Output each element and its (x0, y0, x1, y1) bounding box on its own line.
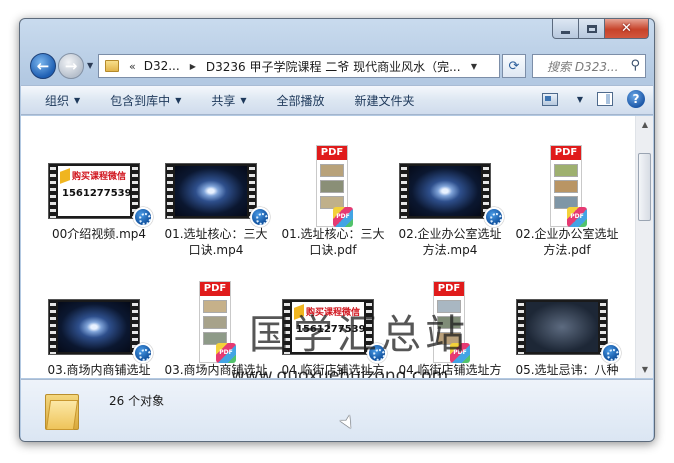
chevron-down-icon: ▼ (175, 95, 182, 105)
caption-buttons: ✕ (552, 19, 649, 39)
refresh-button[interactable]: ⟳ (502, 54, 526, 78)
video-thumbnail (48, 299, 140, 355)
minimize-button[interactable] (552, 19, 579, 39)
file-name: 01.选址核心：三大口诀.pdf (281, 227, 385, 257)
include-label: 包含到库中 (110, 93, 171, 108)
details-pane: 26 个对象 (21, 379, 653, 441)
galaxy-frame (409, 166, 481, 216)
organize-label: 组织 (45, 93, 70, 108)
change-view-icon[interactable] (541, 92, 558, 106)
chevron-down-icon: ▼ (74, 95, 81, 105)
vertical-scrollbar[interactable]: ▲ ▼ (635, 116, 653, 378)
breadcrumb-segment[interactable]: D32... (144, 59, 180, 73)
address-dropdown[interactable]: ▼ (471, 62, 477, 71)
file-name: 05.选址忌讳：八种大破败格局 (515, 363, 619, 377)
windows-media-player-icon (250, 207, 270, 227)
include-in-library-menu[interactable]: 包含到库中 ▼ (88, 86, 189, 114)
ad-frame: 购买课程微信 1561277539 (58, 166, 132, 216)
tag-icon (60, 168, 70, 184)
address-overflow[interactable]: « (129, 60, 136, 73)
navigation-bar: ← → ▼ « D32... ▶ D3236 甲子学院课程 二爷 现代商业风水（… (20, 49, 654, 83)
file-grid: 购买课程微信 1561277539 00介绍视频.mp4 01.选址核心：三大口… (21, 116, 634, 378)
pdf-label: PDF (200, 282, 230, 296)
search-placeholder: 搜索 D323... (547, 59, 619, 74)
breadcrumb-segment-current[interactable]: D3236 甲子学院课程 二爷 现代商业风水（完... (206, 58, 461, 75)
scroll-thumb[interactable] (638, 153, 651, 221)
ad-title: 购买课程微信 (72, 172, 127, 182)
video-thumbnail (165, 163, 257, 219)
folder-icon (45, 390, 79, 430)
video-thumbnail (399, 163, 491, 219)
search-icon[interactable]: ⚲ (630, 58, 640, 73)
dark-frame (526, 302, 598, 352)
windows-media-player-icon (484, 207, 504, 227)
new-folder-button[interactable]: 新建文件夹 (333, 86, 423, 114)
maximize-icon (586, 24, 597, 33)
refresh-icon: ⟳ (508, 58, 520, 74)
play-all-button[interactable]: 全部播放 (255, 86, 333, 114)
galaxy-frame (58, 302, 130, 352)
command-bar: 组织 ▼ 包含到库中 ▼ 共享 ▼ 全部播放 新建文件夹 ▼ ? (21, 85, 653, 115)
windows-media-player-icon (133, 343, 153, 363)
item-count: 26 个对象 (109, 394, 165, 408)
breadcrumb-arrow-icon[interactable]: ▶ (190, 62, 196, 71)
watermark-text: 国学汇总站 (249, 312, 469, 358)
back-button[interactable]: ← (30, 53, 56, 79)
recent-pages-dropdown[interactable]: ▼ (87, 61, 93, 70)
preview-pane-icon[interactable] (597, 92, 613, 106)
windows-media-player-icon (601, 343, 621, 363)
minimize-icon (561, 30, 570, 34)
pdf-reader-icon: PDF (216, 343, 236, 363)
folder-icon (105, 60, 119, 72)
pdf-page-preview (320, 164, 344, 177)
file-name: 01.选址核心：三大口诀.mp4 (164, 227, 268, 257)
address-bar[interactable]: « D32... ▶ D3236 甲子学院课程 二爷 现代商业风水（完... ▼ (98, 54, 500, 78)
close-icon: ✕ (621, 21, 632, 36)
explorer-window: ✕ ← → ▼ « D32... ▶ D3236 甲子学院课程 二爷 现代商业风… (19, 18, 655, 442)
view-options-dropdown[interactable]: ▼ (577, 95, 583, 104)
pdf-reader-icon: PDF (333, 207, 353, 227)
file-name: 02.企业办公室选址方法.mp4 (398, 227, 502, 257)
scroll-up-icon[interactable]: ▲ (637, 116, 653, 133)
share-label: 共享 (211, 93, 236, 108)
file-name: 00介绍视频.mp4 (51, 227, 147, 241)
pdf-page-preview (203, 300, 227, 313)
scroll-down-icon[interactable]: ▼ (637, 361, 653, 378)
forward-button[interactable]: → (58, 53, 84, 79)
galaxy-frame (175, 166, 247, 216)
maximize-button[interactable] (579, 19, 605, 39)
pdf-page-preview (203, 316, 227, 329)
file-name: 03.商场内商铺选址方法.mp4 (47, 363, 151, 377)
pdf-label: PDF (551, 146, 581, 160)
file-list-pane: 购买课程微信 1561277539 00介绍视频.mp4 01.选址核心：三大口… (21, 116, 653, 378)
new-folder-label: 新建文件夹 (354, 93, 415, 108)
file-name: 02.企业办公室选址方法.pdf (515, 227, 619, 257)
pdf-label: PDF (317, 146, 347, 160)
windows-media-player-icon (133, 207, 153, 227)
search-input[interactable]: 搜索 D323... ⚲ (532, 54, 646, 78)
pdf-label: PDF (434, 282, 464, 296)
pdf-page-preview (554, 180, 578, 193)
video-thumbnail (516, 299, 608, 355)
share-menu[interactable]: 共享 ▼ (189, 86, 254, 114)
close-button[interactable]: ✕ (605, 19, 649, 39)
pdf-page-preview (554, 164, 578, 177)
pdf-page-preview (320, 180, 344, 193)
back-arrow-icon: ← (36, 57, 50, 75)
play-all-label: 全部播放 (276, 93, 325, 108)
forward-arrow-icon: → (64, 57, 78, 75)
watermark-url: www.guoxuehuizong.com (231, 366, 449, 378)
video-thumbnail: 购买课程微信 1561277539 (48, 163, 140, 219)
pdf-reader-icon: PDF (567, 207, 587, 227)
chevron-down-icon: ▼ (240, 95, 247, 105)
help-icon[interactable]: ? (627, 90, 645, 108)
ad-phone: 1561277539 (62, 188, 132, 199)
organize-menu[interactable]: 组织 ▼ (21, 86, 88, 114)
